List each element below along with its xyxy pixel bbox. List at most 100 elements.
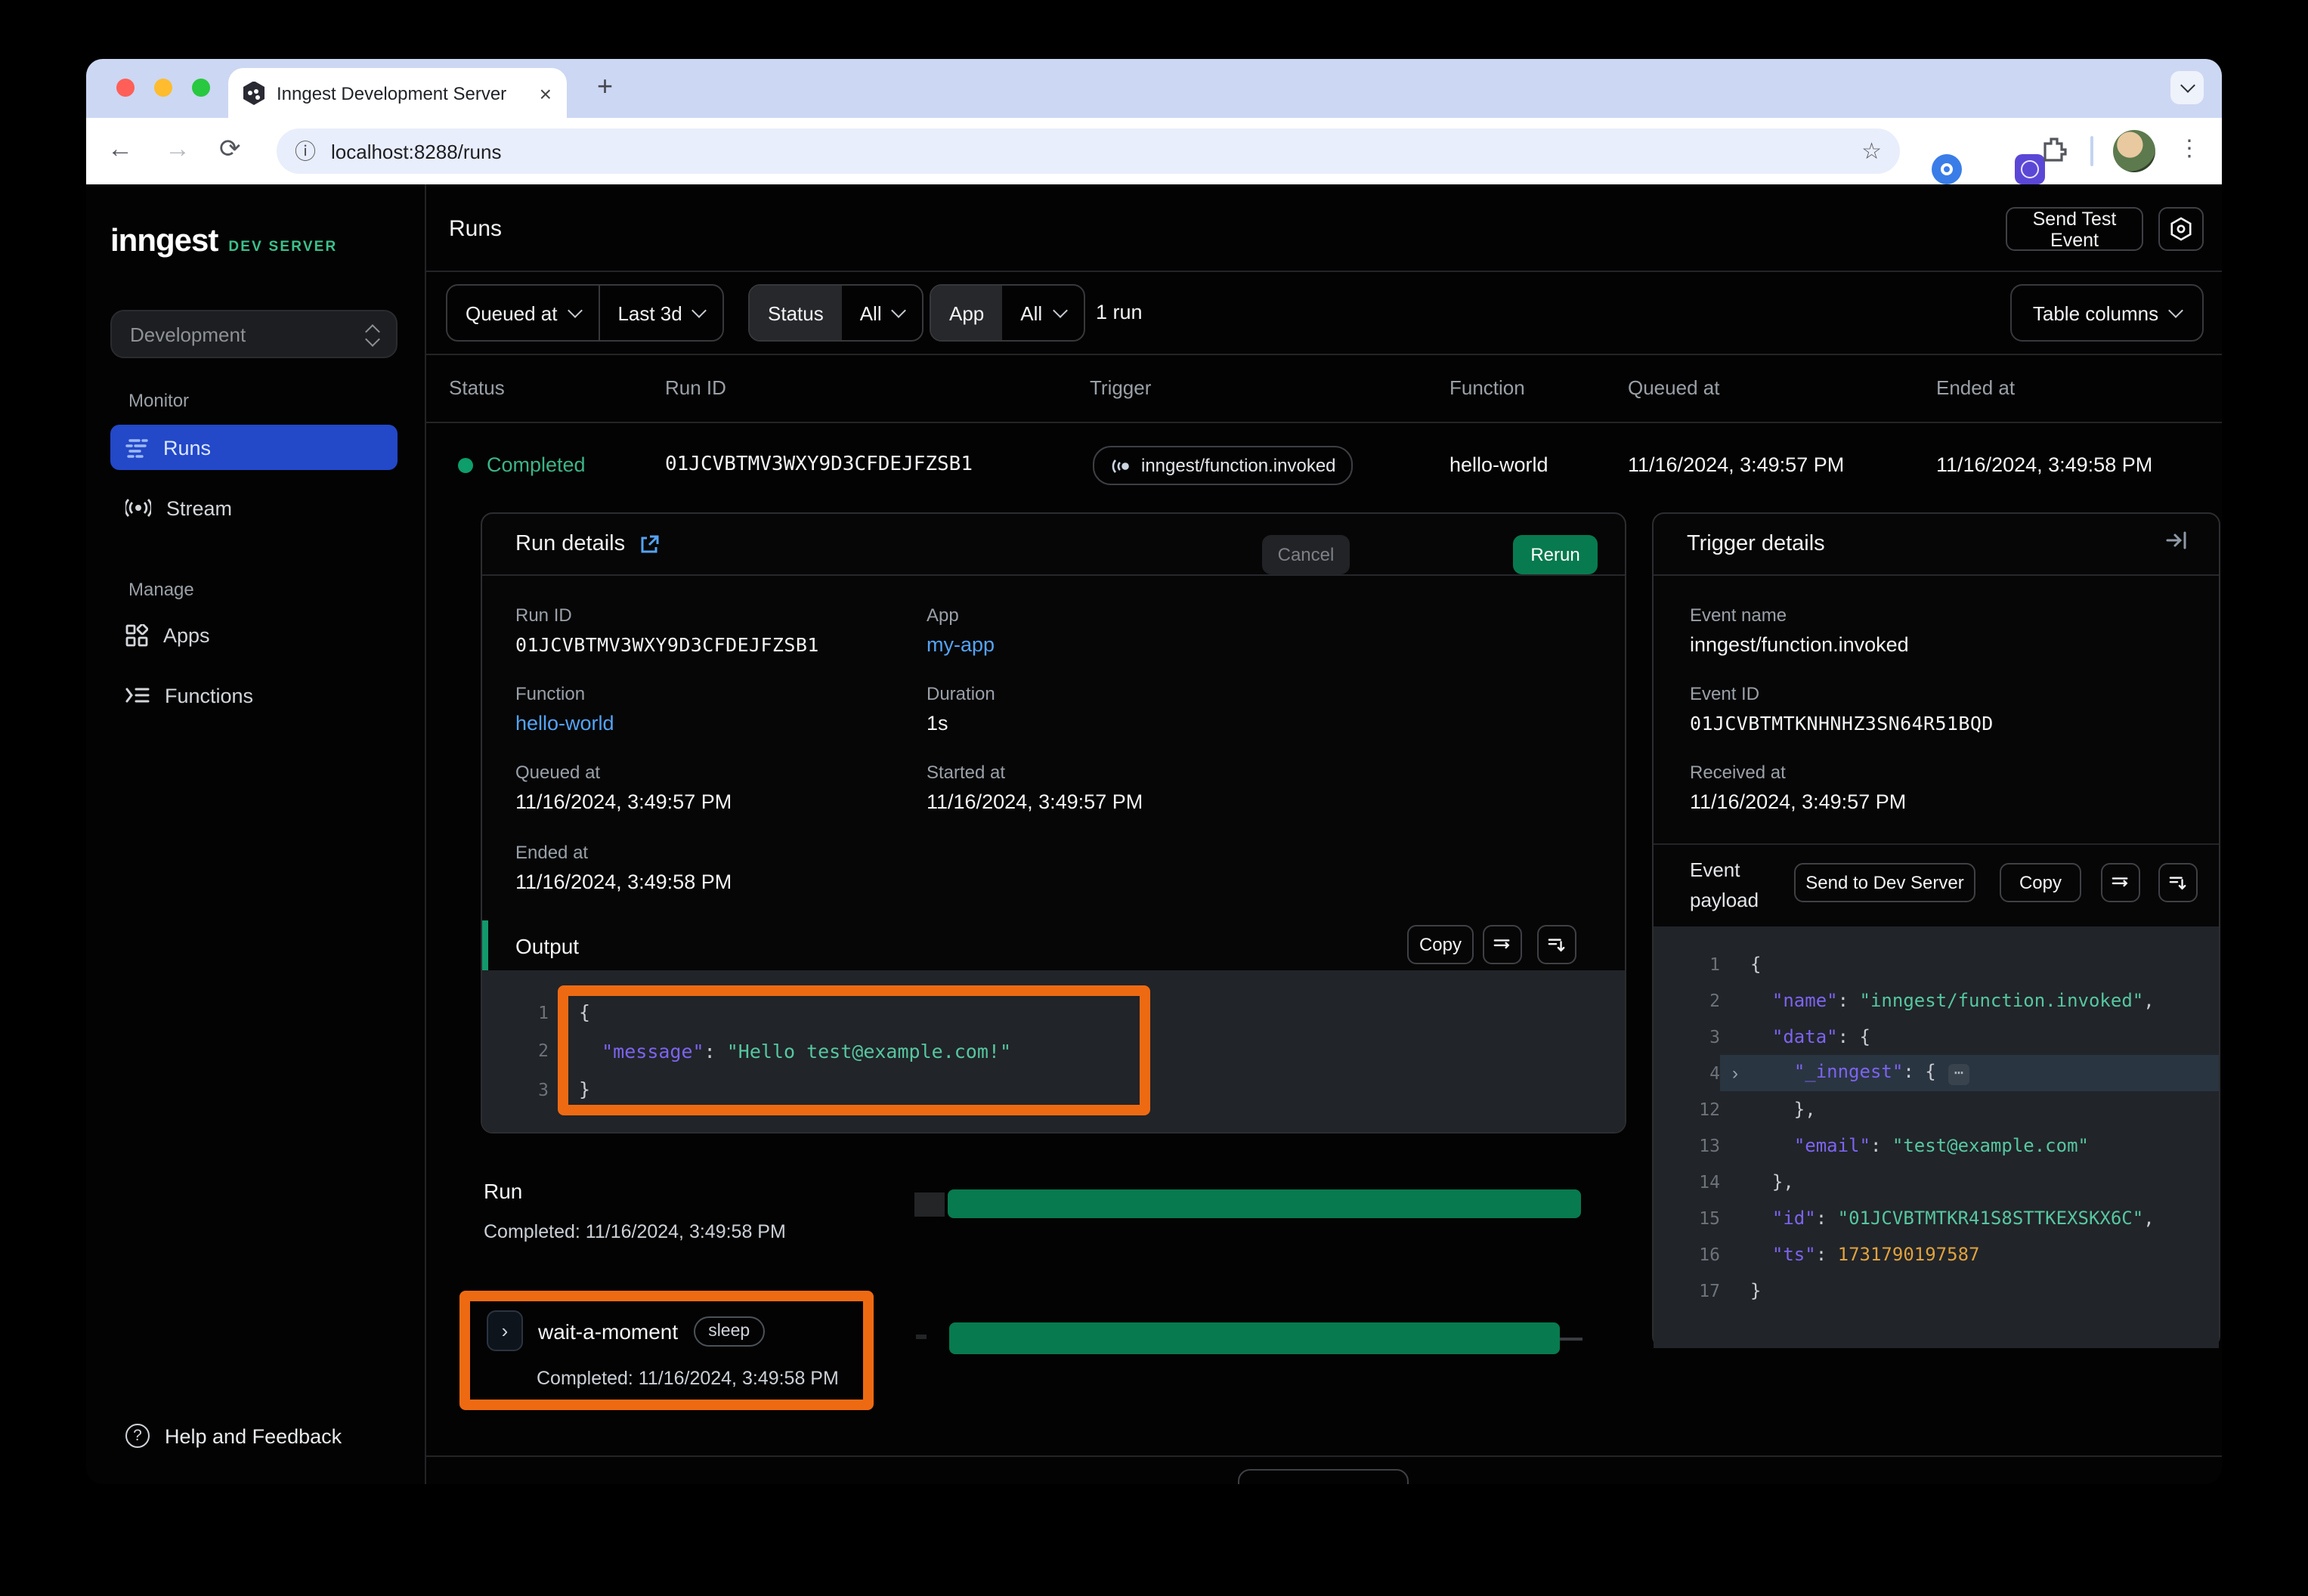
output-code-block: 1{2 "message": "Hello test@example.com!"… [482,970,1625,1132]
step-completed: Completed: 11/16/2024, 3:49:58 PM [537,1368,839,1389]
run-id-value: 01JCVBTMV3WXY9D3CFDEJFZSB1 [515,633,819,656]
cancel-button[interactable]: Cancel [1262,535,1350,574]
site-info-icon[interactable]: ⓘ [295,136,316,166]
field-label: App [927,605,995,626]
app-link[interactable]: my-app [927,633,995,656]
collapse-panel-icon [2166,530,2189,550]
function-link[interactable]: hello-world [515,712,614,735]
field-label: Event name [1690,605,1909,626]
tab-search-button[interactable] [2170,71,2204,104]
copy-payload-button[interactable]: Copy [2000,863,2081,902]
trigger-pill[interactable]: inngest/function.invoked [1093,446,1353,485]
help-and-feedback[interactable]: ? Help and Feedback [125,1424,342,1448]
code-line: 4› "_inngest": {⋯ [1654,1055,2219,1091]
chevron-down-icon [692,303,707,318]
column-header-queued-at[interactable]: Queued at [1628,376,1719,399]
line-number: 3 [1654,1026,1720,1047]
wrap-text-button[interactable] [1483,925,1522,964]
password-manager-extension-icon[interactable] [1932,154,1962,184]
scroll-to-bottom-button[interactable] [2158,863,2198,902]
new-tab-button[interactable]: + [597,71,613,103]
line-number: 4 [1654,1062,1720,1084]
bottom-divider [426,1455,2222,1457]
browser-toolbar: ← → ⟳ ⓘ localhost:8288/runs ☆ ⋮ [86,118,2222,184]
column-header-run-id[interactable]: Run ID [665,376,726,399]
scroll-to-bottom-button[interactable] [1537,925,1576,964]
toolbar-divider [2090,136,2093,166]
code-text: "_inngest": {⋯ [1750,1061,1969,1085]
timeline-run-completed: Completed: 11/16/2024, 3:49:58 PM [484,1221,786,1242]
column-header-status[interactable]: Status [449,376,505,399]
kebab-menu-icon[interactable]: ⋮ [2178,135,2201,162]
send-to-dev-server-button[interactable]: Send to Dev Server [1794,863,1975,902]
settings-button[interactable] [2158,207,2204,251]
app-filter: App All [930,284,1084,342]
time-field-dropdown[interactable]: Queued at [447,286,598,340]
run-timeline-bar[interactable] [948,1189,1581,1218]
send-test-event-button[interactable]: Send Test Event [2006,207,2143,251]
code-line: 12 }, [1654,1091,2219,1127]
reload-icon[interactable]: ⟳ [219,135,241,165]
column-header-function[interactable]: Function [1449,376,1525,399]
field-label: Queued at [515,762,732,783]
macos-minimize-button[interactable] [154,79,172,97]
sidebar-item-apps[interactable]: Apps [110,612,398,657]
back-icon[interactable]: ← [107,135,133,165]
status-filter: Status All [748,284,924,342]
app-filter-dropdown[interactable]: All [1002,286,1083,340]
status-filter-dropdown[interactable]: All [842,286,923,340]
logo: inngest DEV SERVER [110,224,338,260]
sidebar-item-stream[interactable]: Stream [110,485,398,530]
browser-tab[interactable]: Inngest Development Server × [228,68,567,118]
close-tab-icon[interactable]: × [540,82,552,104]
inngest-app: inngest DEV SERVER Development Monitor R… [86,184,2222,1484]
bookmark-star-icon[interactable]: ☆ [1861,138,1882,165]
payload-code-block: 1{2 "name": "inngest/function.invoked",3… [1654,926,2219,1348]
code-line: 17} [1654,1273,2219,1309]
macos-close-button[interactable] [116,79,135,97]
dev-server-badge: DEV SERVER [228,239,337,255]
table-columns-dropdown[interactable]: Table columns [2010,284,2204,342]
table-header-divider [426,422,2222,423]
url-text: localhost:8288/runs [331,140,1846,162]
address-bar[interactable]: ⓘ localhost:8288/runs ☆ [277,128,1900,174]
code-line: 3} [482,1070,1625,1109]
code-text: { [1750,954,1761,975]
collapse-panel-button[interactable] [2166,530,2189,558]
environment-selector[interactable]: Development [110,310,398,358]
run-count: 1 run [1096,301,1143,323]
sidebar-item-label: Stream [166,496,232,519]
stream-icon [125,497,151,518]
forward-icon[interactable]: → [165,135,190,165]
wrap-text-button[interactable] [2101,863,2140,902]
expand-step-button[interactable]: › [487,1310,523,1351]
line-number: 15 [1654,1208,1720,1229]
column-header-trigger[interactable]: Trigger [1090,376,1151,399]
extensions-puzzle-icon[interactable] [2040,136,2068,171]
functions-icon [125,686,150,704]
scroll-bottom-icon [2169,874,2187,891]
macos-zoom-button[interactable] [192,79,210,97]
code-text: } [1750,1280,1761,1301]
collapse-chevron-icon[interactable]: › [1720,1062,1750,1084]
column-header-ended-at[interactable]: Ended at [1936,376,2015,399]
step-timeline-bar[interactable] [949,1322,1560,1354]
time-range-dropdown[interactable]: Last 3d [599,286,722,340]
rerun-button[interactable]: Rerun [1513,535,1598,574]
code-text: "id": "01JCVBTMTKR41S8STTKEXSKX6C", [1750,1208,2155,1229]
profile-avatar[interactable] [2113,130,2155,172]
copy-output-button[interactable]: Copy [1407,925,1474,964]
sidebar-item-label: Apps [163,623,210,646]
sidebar-item-functions[interactable]: Functions [110,673,398,718]
row-status: Completed [487,453,586,476]
code-text: "name": "inngest/function.invoked", [1750,990,2155,1011]
line-number: 2 [1654,990,1720,1011]
run-details-title: Run details [515,532,625,556]
external-link-icon[interactable] [639,534,658,554]
code-text: }, [1750,1171,1794,1192]
row-trigger: inngest/function.invoked [1141,455,1336,476]
pagination-button-cutoff[interactable] [1238,1469,1409,1484]
inngest-favicon-icon [243,81,265,105]
sidebar-item-runs[interactable]: Runs [110,425,398,470]
section-label-monitor: Monitor [128,390,189,411]
